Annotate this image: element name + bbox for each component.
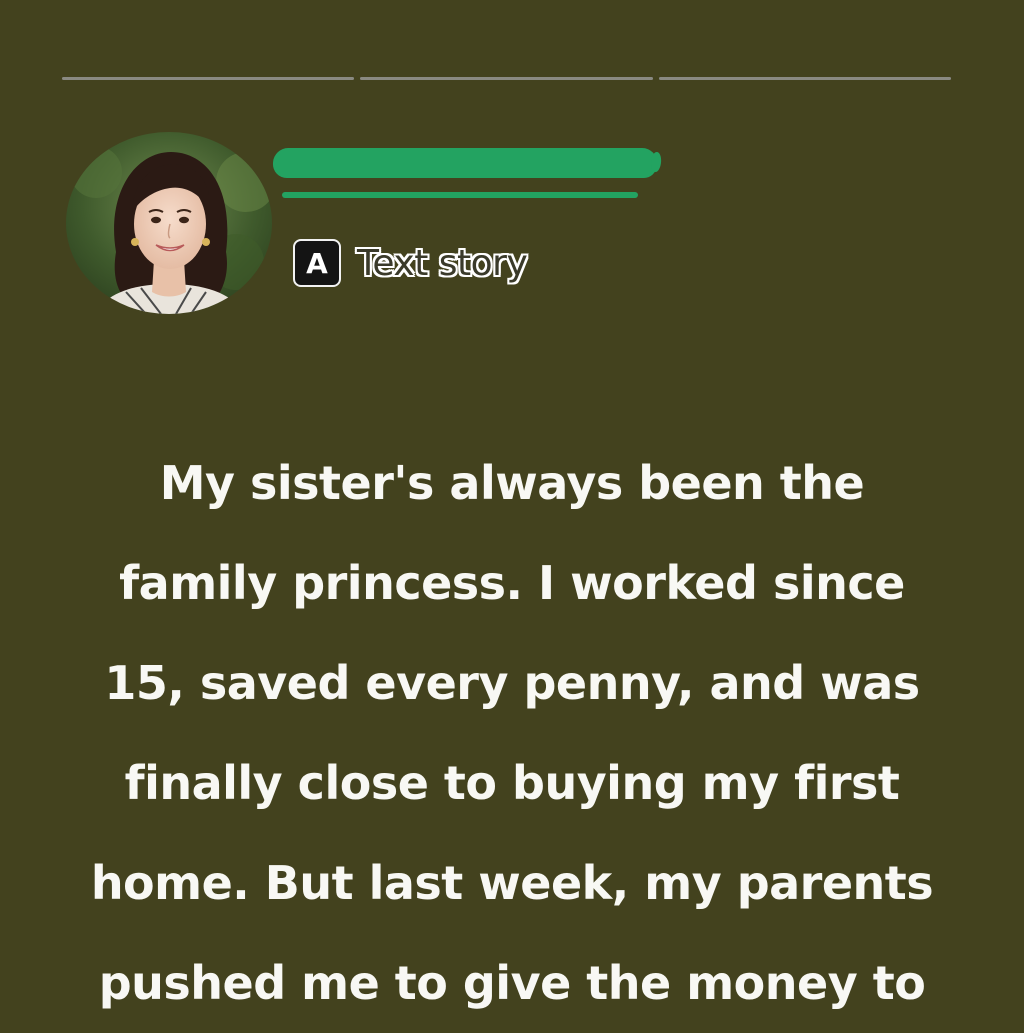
- redacted-handle: [282, 192, 638, 198]
- progress-fill-2: [360, 77, 653, 80]
- story-type-label: Text story: [357, 242, 528, 284]
- story-line: pushed me to give the money to: [98, 956, 926, 1010]
- story-line: My sister's always been the: [159, 456, 865, 510]
- progress-fill-1: [62, 77, 355, 80]
- avatar-photo: [66, 132, 272, 314]
- avatar[interactable]: [66, 132, 272, 314]
- progress-segment-1: [62, 77, 355, 80]
- story-line: family princess. I worked since: [119, 556, 905, 610]
- text-a-icon: A: [293, 239, 341, 287]
- progress-segment-2: [360, 77, 653, 80]
- story-text: My sister's always been the family princ…: [40, 433, 984, 1033]
- redacted-username: [271, 148, 659, 178]
- progress-segment-3: [658, 77, 951, 80]
- story-line: home. But last week, my parents: [90, 856, 934, 910]
- story-type-tag: A Text story: [293, 237, 528, 289]
- story-progress-bars: [62, 77, 951, 80]
- story-line: 15, saved every penny, and was: [104, 656, 920, 710]
- progress-fill-3: [658, 77, 951, 80]
- story-line: finally close to buying my first: [124, 756, 900, 810]
